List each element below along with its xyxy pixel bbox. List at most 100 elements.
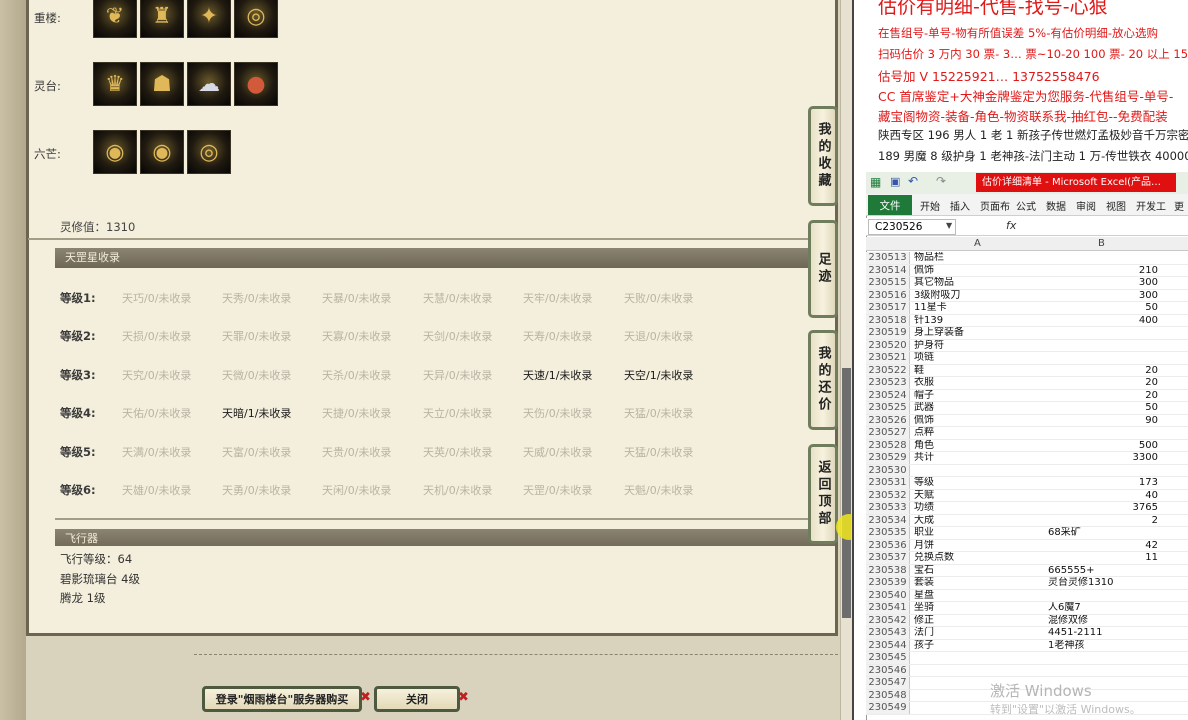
row-number[interactable]: 230530	[866, 464, 910, 476]
cell-b[interactable]: 665555+	[1048, 565, 1158, 578]
cell-b[interactable]: 1老神孩	[1048, 640, 1158, 653]
cell-b[interactable]: 90	[1048, 415, 1158, 428]
cell-b[interactable]: 173	[1048, 477, 1158, 490]
table-row[interactable]: 230538 宝石 665555+	[866, 564, 1188, 578]
cell-a[interactable]: 月饼	[914, 540, 1044, 553]
cell-a[interactable]: 针139	[914, 315, 1044, 328]
table-row[interactable]: 230534 大成 2	[866, 514, 1188, 528]
tab-data[interactable]: 数据	[1046, 198, 1066, 213]
row-number[interactable]: 230540	[866, 589, 910, 601]
table-row[interactable]: 230524 帽子 20	[866, 389, 1188, 403]
row-number[interactable]: 230549	[866, 702, 910, 714]
row-number[interactable]: 230533	[866, 502, 910, 514]
table-row[interactable]: 230541 坐骑 人6魔7	[866, 602, 1188, 615]
tab-more[interactable]: 更	[1174, 198, 1184, 213]
tab-view[interactable]: 视图	[1106, 198, 1126, 213]
table-row[interactable]: 230527 点粹	[866, 427, 1188, 440]
row-number[interactable]: 230535	[866, 527, 910, 539]
tab-review[interactable]: 审阅	[1076, 198, 1096, 213]
row-number[interactable]: 230534	[866, 514, 910, 526]
cell-a[interactable]: 鞋	[914, 365, 1044, 378]
cell-b[interactable]: 50	[1048, 302, 1158, 315]
cell-b[interactable]: 40	[1048, 490, 1158, 503]
table-row[interactable]: 230517 11星卡 50	[866, 302, 1188, 315]
save-icon[interactable]: ▣	[890, 175, 900, 188]
file-tab[interactable]: 文件	[868, 195, 912, 215]
table-row[interactable]: 230526 佩饰 90	[866, 414, 1188, 428]
pendant-icon[interactable]: ✦	[187, 0, 231, 38]
table-row[interactable]: 230535 职业 68采矿	[866, 527, 1188, 540]
table-row[interactable]: 230531 等级 173	[866, 477, 1188, 490]
bracelet-icon[interactable]: ◎	[187, 130, 231, 174]
row-number[interactable]: 230521	[866, 352, 910, 364]
cell-a[interactable]: 修正	[914, 615, 1044, 628]
row-number[interactable]: 230523	[866, 377, 910, 389]
row-number[interactable]: 230532	[866, 489, 910, 501]
cell-a[interactable]: 其它物品	[914, 277, 1044, 290]
login-server-buy-button[interactable]: 登录"烟雨楼台"服务器购买	[202, 686, 362, 712]
table-row[interactable]: 230543 法门 4451-2111	[866, 627, 1188, 640]
cell-a[interactable]: 佩饰	[914, 265, 1044, 278]
row-number[interactable]: 230538	[866, 564, 910, 576]
row-number[interactable]: 230522	[866, 364, 910, 376]
cell-b[interactable]: 2	[1048, 515, 1158, 528]
cell-b[interactable]: 11	[1048, 552, 1158, 565]
cell-a[interactable]: 帽子	[914, 390, 1044, 403]
cell-a[interactable]: 职业	[914, 527, 1044, 540]
table-row[interactable]: 230522 鞋 20	[866, 364, 1188, 378]
row-number[interactable]: 230516	[866, 289, 910, 301]
cell-a[interactable]: 物品栏	[914, 252, 1044, 265]
row-number[interactable]: 230547	[866, 677, 910, 689]
tab-home[interactable]: 开始	[920, 198, 940, 213]
spirit-icon[interactable]: ☁	[187, 62, 231, 106]
cell-b[interactable]: 3765	[1048, 502, 1158, 515]
close-button[interactable]: 关闭	[374, 686, 460, 712]
table-row[interactable]: 230532 天赋 40	[866, 489, 1188, 503]
cell-b[interactable]: 50	[1048, 402, 1158, 415]
table-row[interactable]: 230533 功绩 3765	[866, 502, 1188, 515]
row-number[interactable]: 230544	[866, 639, 910, 651]
table-row[interactable]: 230519 身上穿装备	[866, 327, 1188, 340]
table-row[interactable]: 230542 修正 混修双修	[866, 614, 1188, 628]
tab-my-offers[interactable]: 我的还价	[808, 330, 838, 430]
cell-a[interactable]: 套装	[914, 577, 1044, 590]
row-number[interactable]: 230518	[866, 314, 910, 326]
shoulder-armor-icon[interactable]: ♜	[140, 0, 184, 38]
row-number[interactable]: 230513	[866, 252, 910, 264]
cell-b[interactable]: 300	[1048, 290, 1158, 303]
cell-a[interactable]: 角色	[914, 440, 1044, 453]
cell-a[interactable]: 宝石	[914, 565, 1044, 578]
row-number[interactable]: 230525	[866, 402, 910, 414]
row-number[interactable]: 230515	[866, 277, 910, 289]
row-number[interactable]: 230520	[866, 339, 910, 351]
tab-formulas[interactable]: 公式	[1016, 198, 1036, 213]
cell-b[interactable]: 人6魔7	[1048, 602, 1158, 615]
crown-icon[interactable]: ♛	[93, 62, 137, 106]
table-row[interactable]: 230540 星盘	[866, 589, 1188, 603]
cell-a[interactable]: 功绩	[914, 502, 1044, 515]
cell-b[interactable]: 20	[1048, 390, 1158, 403]
chevron-down-icon[interactable]: ▼	[946, 221, 952, 230]
column-b-header[interactable]: B	[1098, 238, 1105, 249]
necklace-icon[interactable]: ❦	[93, 0, 137, 38]
cell-a[interactable]: 佩饰	[914, 415, 1044, 428]
cell-b[interactable]: 210	[1048, 265, 1158, 278]
cell-b[interactable]: 500	[1048, 440, 1158, 453]
cell-a[interactable]: 兑换点数	[914, 552, 1044, 565]
redo-icon[interactable]: ↷	[936, 174, 946, 188]
table-row[interactable]: 230545	[866, 652, 1188, 665]
row-number[interactable]: 230548	[866, 689, 910, 701]
cell-b[interactable]: 42	[1048, 540, 1158, 553]
table-row[interactable]: 230544 孩子 1老神孩	[866, 639, 1188, 653]
close-x-icon[interactable]: ✖	[458, 690, 469, 705]
table-row[interactable]: 230528 角色 500	[866, 439, 1188, 453]
cell-a[interactable]: 衣服	[914, 377, 1044, 390]
row-number[interactable]: 230514	[866, 264, 910, 276]
cell-a[interactable]: 3级附吸刀	[914, 290, 1044, 303]
table-row[interactable]: 230516 3级附吸刀 300	[866, 289, 1188, 303]
row-number[interactable]: 230546	[866, 664, 910, 676]
cell-b[interactable]: 3300	[1048, 452, 1158, 465]
cell-a[interactable]: 星盘	[914, 590, 1044, 603]
cell-a[interactable]: 项链	[914, 352, 1044, 365]
table-row[interactable]: 230537 兑换点数 11	[866, 552, 1188, 565]
